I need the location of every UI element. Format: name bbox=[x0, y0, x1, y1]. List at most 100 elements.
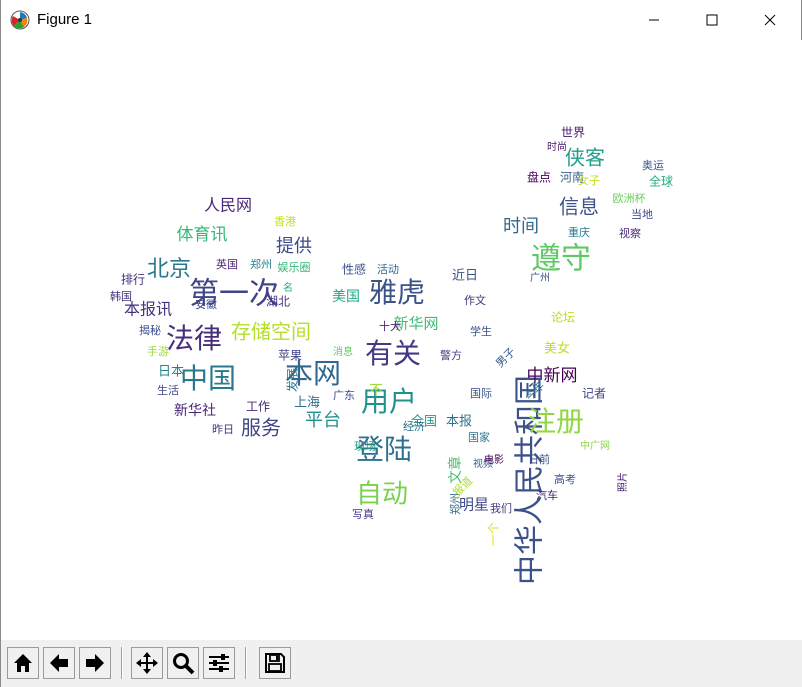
cloud-word: 欧洲杯 bbox=[613, 191, 646, 205]
cloud-word: 中广网 bbox=[580, 439, 610, 452]
cloud-word: 一个 bbox=[487, 522, 501, 546]
cloud-word: 名 bbox=[283, 281, 293, 294]
cloud-word: 生活 bbox=[157, 383, 179, 397]
cloud-word: 信息 bbox=[559, 195, 599, 219]
cloud-word: 香港 bbox=[274, 215, 296, 228]
cloud-word: 苹果 bbox=[278, 349, 302, 363]
cloud-word: 中国 bbox=[180, 362, 236, 395]
cloud-word: 安徽 bbox=[195, 297, 217, 311]
cloud-word: 不 bbox=[369, 383, 383, 399]
cloud-word: 人民网 bbox=[204, 196, 252, 215]
move-arrows-icon bbox=[136, 652, 158, 674]
cloud-word: 韩国 bbox=[110, 289, 132, 303]
cloud-word: 明星 bbox=[459, 496, 489, 514]
arrow-left-icon bbox=[50, 654, 68, 672]
cloud-word: 照片 bbox=[616, 472, 629, 492]
pan-button[interactable] bbox=[131, 647, 163, 679]
cloud-word: 提供 bbox=[276, 236, 312, 257]
cloud-word: 广州 bbox=[530, 272, 550, 284]
word-cloud: 中华人民共和国第一次本网中国法律雅虎有关用户登陆注册遵守自动存储空间北京提供服务… bbox=[110, 126, 673, 586]
cloud-word: 经济 bbox=[403, 419, 425, 433]
cloud-word: 作文 bbox=[464, 293, 486, 307]
cloud-word: 世界 bbox=[561, 126, 585, 140]
cloud-word: 日前 bbox=[528, 452, 550, 466]
toolbar-separator bbox=[245, 647, 247, 679]
cloud-word: 发展 bbox=[285, 368, 300, 392]
cloud-word: 警方 bbox=[440, 348, 462, 362]
cloud-word: 平台 bbox=[305, 410, 341, 431]
close-button[interactable] bbox=[741, 0, 799, 40]
cloud-word: 昨日 bbox=[212, 423, 234, 436]
cloud-word: 排行 bbox=[121, 273, 145, 287]
cloud-word: 盘点 bbox=[527, 170, 551, 185]
cloud-word: 学生 bbox=[470, 324, 492, 338]
cloud-word: 法律 bbox=[166, 322, 222, 355]
floppy-disk-icon bbox=[265, 653, 285, 673]
cloud-word: 侠客 bbox=[565, 146, 605, 170]
cloud-word: 雅虎 bbox=[369, 276, 425, 309]
cloud-word: 写真 bbox=[352, 507, 374, 521]
cloud-word: 本报 bbox=[446, 415, 472, 430]
cloud-word: 国家 bbox=[468, 430, 490, 444]
toolbar-separator bbox=[121, 647, 123, 679]
cloud-word: 全球 bbox=[649, 174, 673, 189]
cloud-word: 郑州 bbox=[250, 257, 272, 271]
arrow-right-icon bbox=[86, 654, 104, 672]
cloud-word: 我们 bbox=[490, 501, 512, 515]
cloud-word: 国际 bbox=[470, 387, 492, 400]
zoom-button[interactable] bbox=[167, 647, 199, 679]
back-button[interactable] bbox=[43, 647, 75, 679]
save-button[interactable] bbox=[259, 647, 291, 679]
cloud-word: 十大 bbox=[379, 319, 401, 333]
cloud-word: 消息 bbox=[333, 345, 353, 358]
cloud-word: 工作 bbox=[246, 400, 270, 414]
cloud-word: 活动 bbox=[377, 263, 399, 276]
cloud-word: 广东 bbox=[333, 389, 355, 402]
cloud-word: 体育讯 bbox=[177, 225, 228, 245]
cloud-word: 英国 bbox=[216, 257, 238, 271]
matplotlib-logo-icon bbox=[10, 10, 30, 30]
cloud-word: 上海 bbox=[294, 396, 320, 411]
cloud-word: 存储空间 bbox=[231, 320, 311, 344]
cloud-word: 重庆 bbox=[568, 225, 590, 239]
cloud-word: 电影 bbox=[484, 453, 504, 466]
home-button[interactable] bbox=[7, 647, 39, 679]
cloud-word: 揭秘 bbox=[139, 323, 161, 337]
cloud-word: 有关 bbox=[365, 337, 421, 370]
cloud-word: 新华社 bbox=[174, 403, 216, 419]
cloud-word: 男子 bbox=[493, 345, 518, 370]
cloud-word: 时间 bbox=[503, 216, 539, 237]
cloud-word: 北京 bbox=[147, 257, 191, 282]
cloud-word: 现场 bbox=[354, 439, 376, 453]
cloud-word: 美女 bbox=[544, 341, 570, 357]
cloud-word: 遵守 bbox=[531, 242, 591, 277]
cloud-word: 性感 bbox=[342, 262, 366, 277]
maximize-icon bbox=[706, 14, 718, 26]
cloud-word: 美国 bbox=[332, 289, 360, 305]
cloud-word: 手游 bbox=[147, 344, 169, 358]
home-icon bbox=[14, 654, 32, 672]
window-title: Figure 1 bbox=[37, 11, 93, 28]
cloud-word: 高考 bbox=[554, 472, 576, 486]
figure-window: Figure 1 中华人民共和国 第一次 本网 中国 法律 雅虎 有关 用户 登陆 注册 遵守 自动存… bbox=[0, 0, 802, 687]
cloud-word: 论坛 bbox=[551, 311, 575, 325]
cloud-word: 近日 bbox=[452, 269, 478, 284]
magnifier-icon bbox=[173, 653, 195, 675]
cloud-word: 视察 bbox=[619, 226, 641, 240]
title-bar[interactable]: Figure 1 bbox=[1, 0, 801, 40]
figure-canvas[interactable]: 中华人民共和国 第一次 本网 中国 法律 雅虎 有关 用户 登陆 注册 遵守 自动 存储空间 北京 提供 服务… bbox=[1, 40, 802, 640]
cloud-word: 汽车 bbox=[536, 488, 558, 502]
cloud-word: 女子 bbox=[578, 173, 600, 187]
sliders-icon bbox=[209, 654, 229, 672]
maximize-button[interactable] bbox=[683, 0, 741, 40]
cloud-word: 自动 bbox=[356, 480, 408, 510]
cloud-word: 注册 bbox=[528, 405, 584, 438]
minimize-icon bbox=[649, 19, 659, 21]
navigation-toolbar bbox=[1, 640, 802, 687]
cloud-word: 湖北 bbox=[266, 294, 290, 309]
cloud-word: 日本 bbox=[158, 365, 184, 380]
configure-subplots-button[interactable] bbox=[203, 647, 235, 679]
minimize-button[interactable] bbox=[625, 0, 683, 40]
close-icon bbox=[764, 14, 776, 26]
forward-button[interactable] bbox=[79, 647, 111, 679]
